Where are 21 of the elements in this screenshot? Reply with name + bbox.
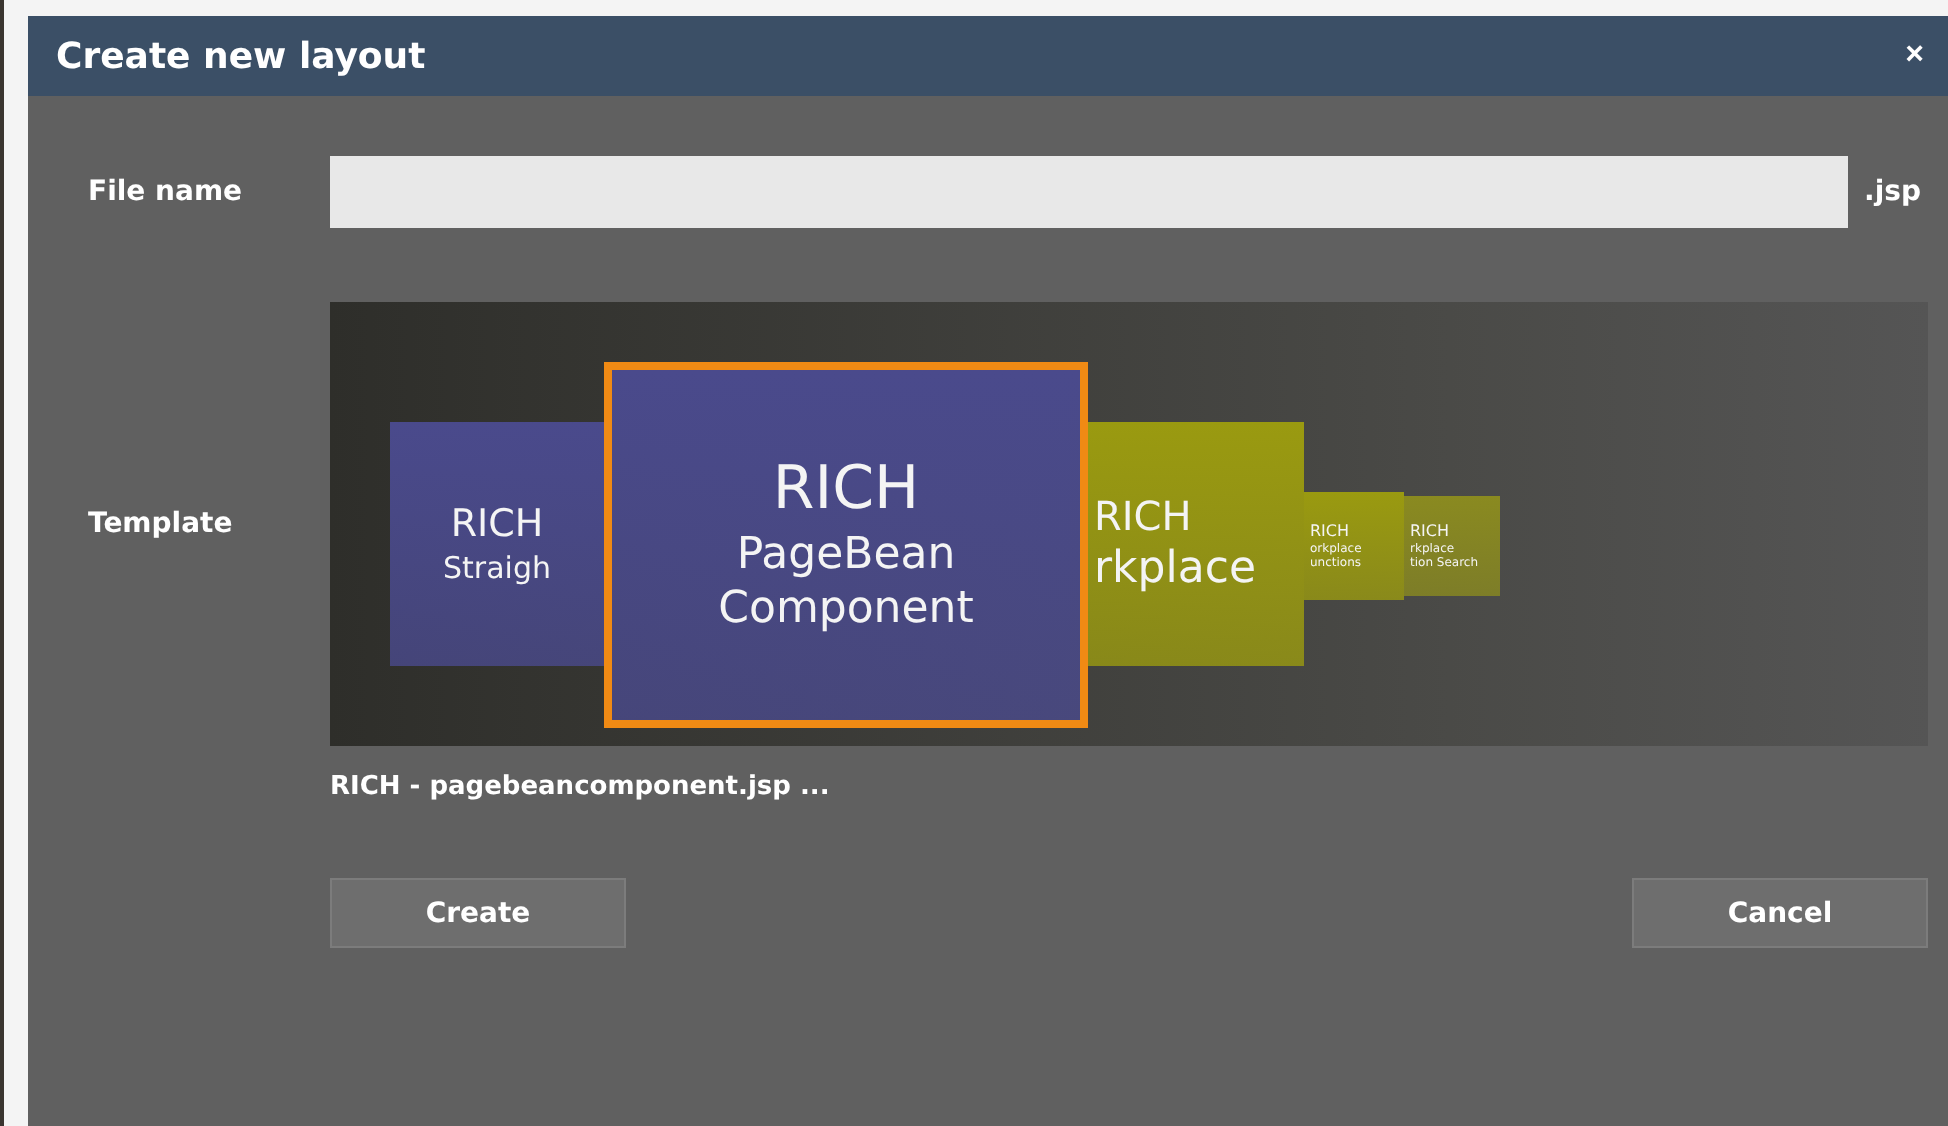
- slide-text: RICH: [1410, 521, 1450, 541]
- slide-text: rkplace: [1094, 541, 1256, 597]
- template-slide[interactable]: RICH rkplace: [1088, 422, 1304, 666]
- template-caption: RICH - pagebeancomponent.jsp ...: [330, 772, 832, 802]
- close-button[interactable]: ×: [1905, 38, 1924, 74]
- slide-text: RICH: [450, 501, 544, 549]
- window-title: Create new layout: [56, 35, 426, 77]
- slide-text: Component: [718, 582, 974, 638]
- slide-text: Straigh: [443, 549, 551, 587]
- cancel-button[interactable]: Cancel: [1632, 878, 1928, 948]
- slide-text: PageBean: [736, 527, 956, 583]
- field-label: Template: [88, 508, 235, 540]
- slide-text: RICH: [1310, 521, 1350, 541]
- slide-text: RICH: [1094, 491, 1192, 542]
- template-slide[interactable]: RICH Straigh: [390, 422, 604, 666]
- field-label: File name: [88, 176, 245, 208]
- template-slide[interactable]: RICH PageBean Component: [604, 362, 1088, 728]
- slide-text: RICH: [772, 452, 920, 528]
- file-name-field[interactable]: [330, 156, 1848, 228]
- file-extension: .jsp: [1862, 176, 1923, 208]
- create-button[interactable]: Create: [330, 878, 626, 948]
